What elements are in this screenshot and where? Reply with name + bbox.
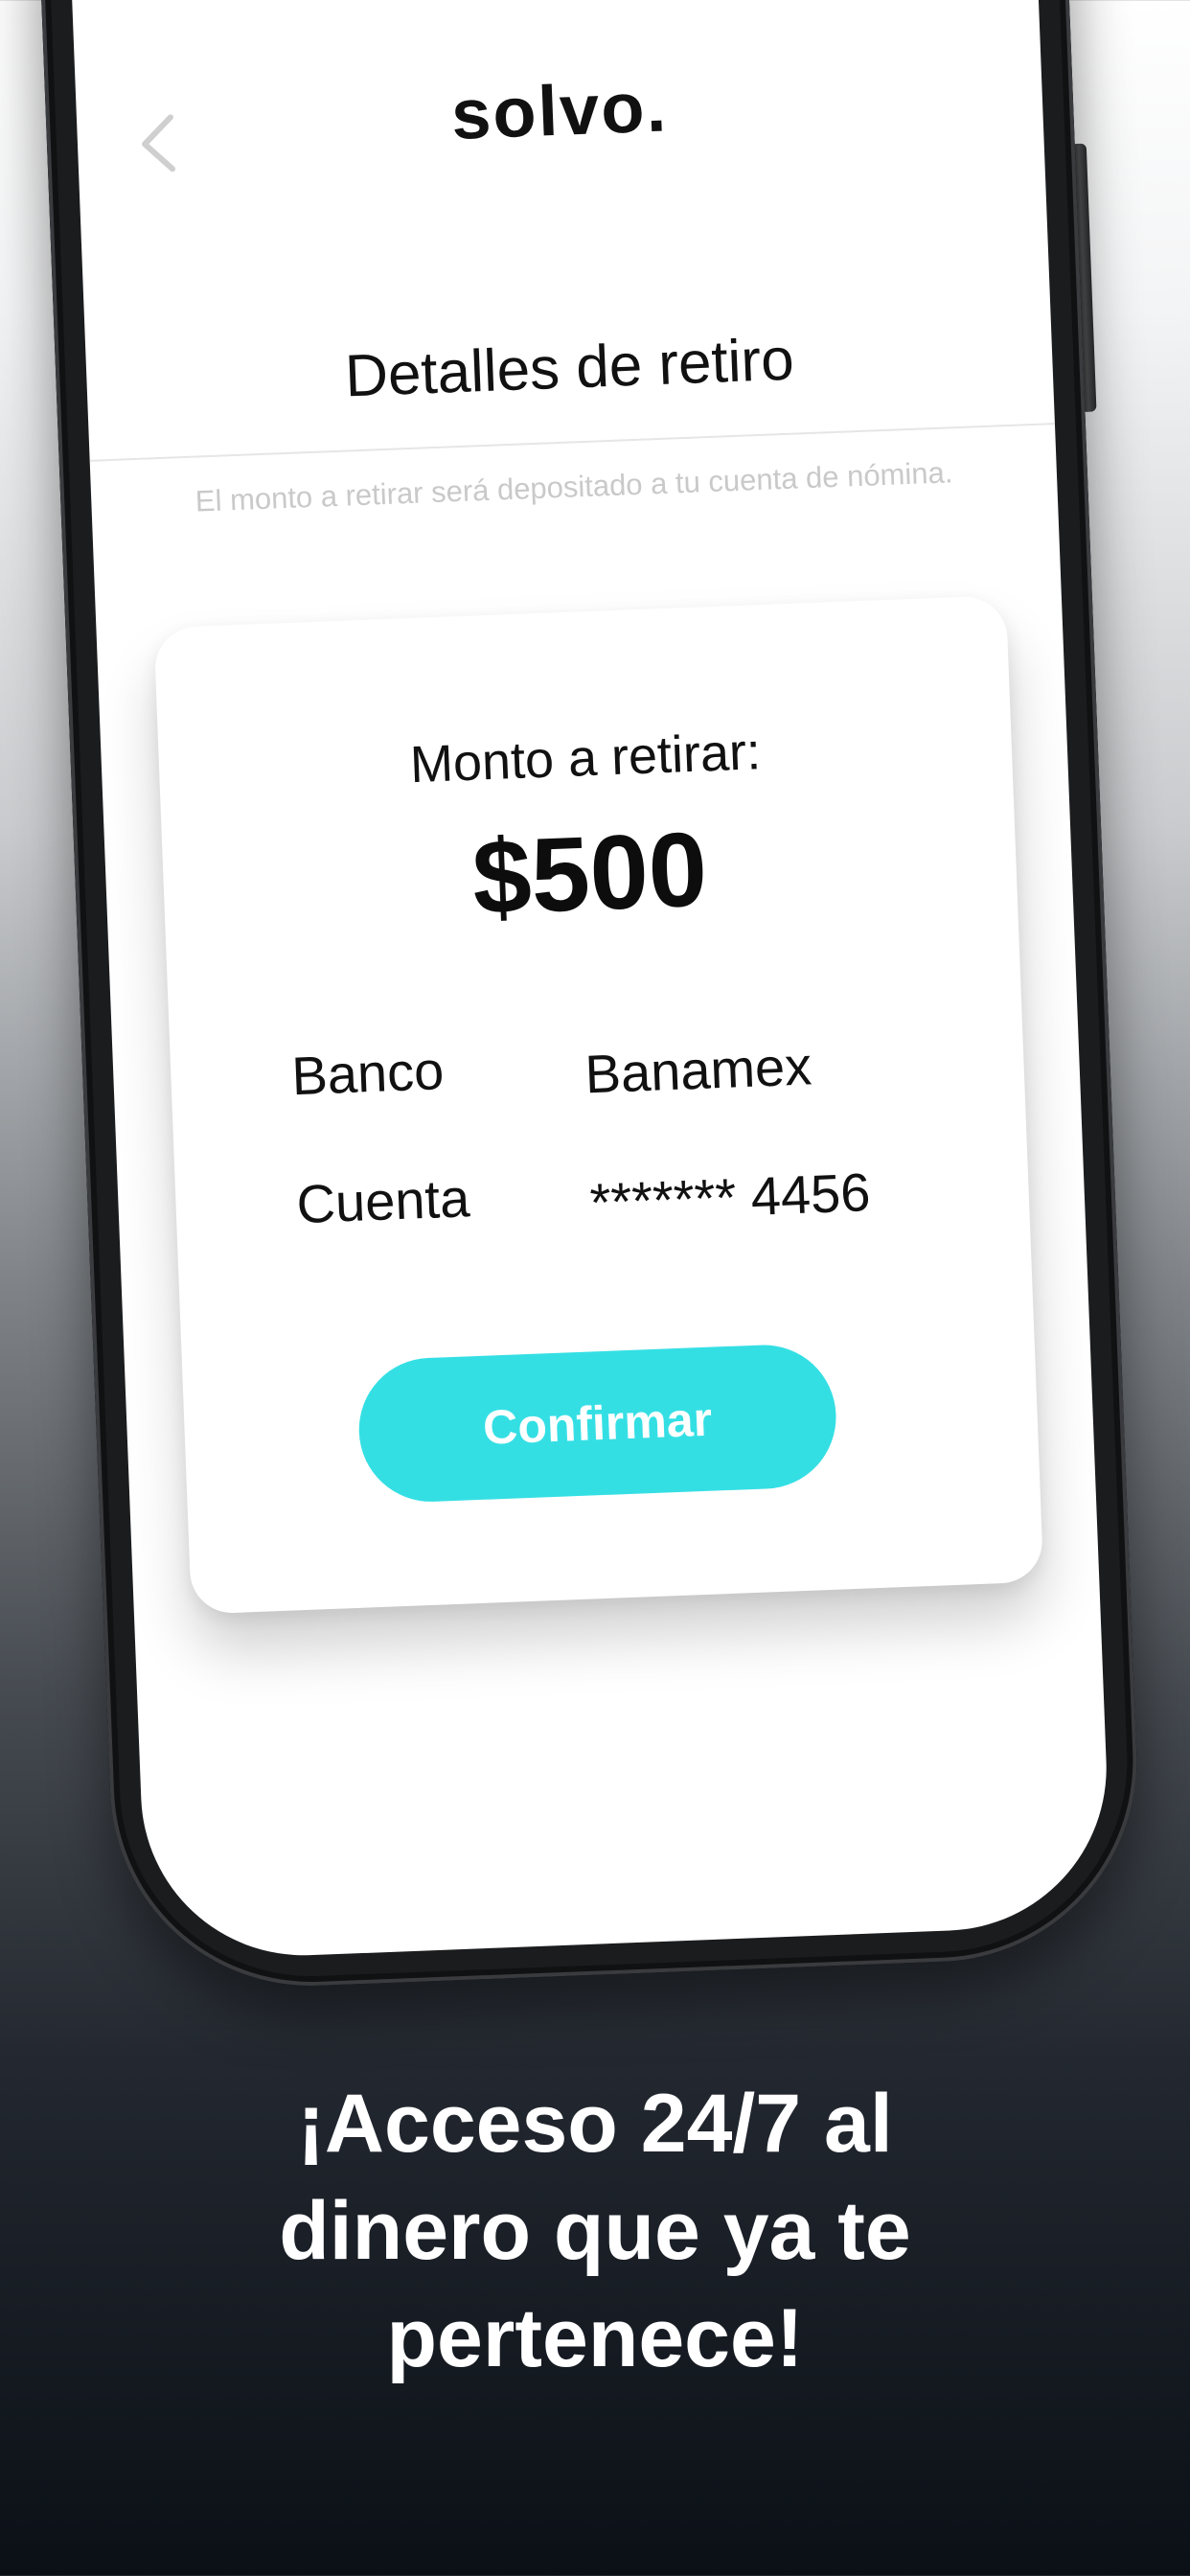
phone-mockup: solvo. Detalles de retiro El monto a ret… (0, 0, 1190, 2035)
account-label: Cuenta (295, 1167, 471, 1235)
confirm-button[interactable]: Confirmar (355, 1342, 839, 1505)
withdrawal-card: Monto a retirar: $500 Banco Banamex Cuen… (153, 595, 1044, 1615)
app-logo: solvo. (449, 66, 670, 155)
amount-value: $500 (469, 810, 710, 937)
account-value: ******* 4456 (588, 1162, 872, 1233)
amount-label: Monto a retirar: (408, 723, 763, 794)
app-screen: solvo. Detalles de retiro El monto a ret… (64, 0, 1113, 1962)
promo-caption: ¡Acceso 24/7 al dinero que ya te pertene… (96, 2070, 1094, 2392)
title-divider (89, 423, 1055, 462)
page-title: Detalles de retiro (343, 326, 795, 410)
promo-caption-line: ¡Acceso 24/7 al (297, 2078, 893, 2170)
page-subtitle: El monto a retirar será depositado a tu … (195, 455, 953, 518)
bank-value: Banamex (584, 1035, 813, 1105)
promo-caption-line: pertenece! (386, 2292, 804, 2384)
promo-caption-line: dinero que ya te (279, 2185, 911, 2277)
bank-label: Banco (290, 1040, 446, 1107)
